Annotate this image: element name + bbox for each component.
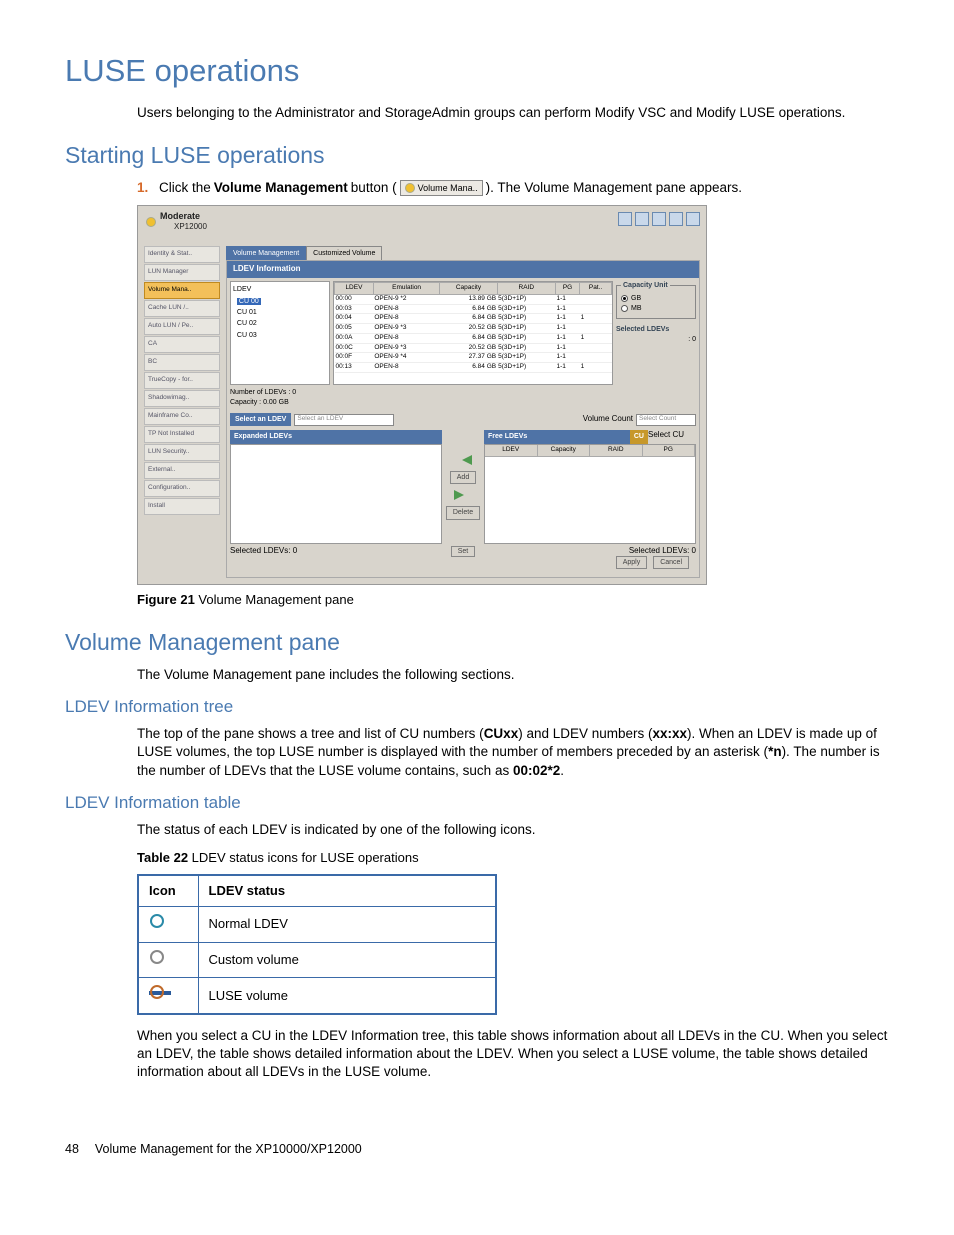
expanded-ldevs-header: Expanded LDEVs [230,430,442,443]
expanded-ldevs-list[interactable] [230,444,442,544]
ldev-table[interactable]: LDEV Emulation Capacity RAID PG Pat.. 00… [333,281,613,385]
cancel-button[interactable]: Cancel [653,556,689,569]
arrow-left-icon [454,455,472,465]
figure-21-screenshot: Moderate XP12000 Identity & Stat.. LUN M… [137,205,707,585]
heading-ldev-tree: LDEV Information tree [65,696,889,719]
add-button[interactable]: Add [450,471,476,484]
step-text-a: Click the [159,179,211,197]
radio-mb[interactable]: MB [621,304,691,313]
th-icon: Icon [138,875,198,906]
table-row: Custom volume [138,942,496,978]
selected-ldevs-label: Selected LDEVs [616,325,696,334]
tree-node-selected[interactable]: CU 00 [237,298,261,305]
free-ldevs-list[interactable]: LDEV Capacity RAID PG [484,444,696,544]
toolbar-icon[interactable] [669,212,683,226]
toolbar-icon[interactable] [652,212,666,226]
sidebar-item[interactable]: External.. [144,462,220,479]
sidebar-item[interactable]: Mainframe Co.. [144,408,220,425]
sidebar-item[interactable]: Shadowimag.. [144,390,220,407]
tree-node[interactable]: CU 02 [233,318,327,329]
page-footer: 48 Volume Management for the XP10000/XP1… [65,1141,889,1158]
table-row: LUSE volume [138,978,496,1014]
volume-count-label: Volume Count [583,414,633,425]
sidebar-item[interactable]: LUN Security.. [144,444,220,461]
sidebar-item[interactable]: TP Not Installed [144,426,220,443]
sidebar-item[interactable]: Configuration.. [144,480,220,497]
step-1: 1. Click the Volume Management button ( … [137,179,889,197]
heading-vmp: Volume Management pane [65,627,889,658]
ldev-table-paragraph: The status of each LDEV is indicated by … [137,821,889,839]
free-ldevs-header: Free LDEVs [484,430,630,443]
toolbar-icon[interactable] [635,212,649,226]
footer-title: Volume Management for the XP10000/XP1200… [95,1141,362,1158]
vmp-intro: The Volume Management pane includes the … [137,666,889,684]
step-number: 1. [137,179,159,197]
selected-ldevs-value: : 0 [616,335,696,344]
volume-management-button-inline: Volume Mana.. [400,180,483,196]
toolbar-icon[interactable] [618,212,632,226]
ss-model-label: XP12000 [174,222,207,233]
sidebar-item[interactable]: LUN Manager [144,264,220,281]
page-number: 48 [65,1141,79,1158]
capacity-unit-group: Capacity Unit GB MB [616,281,696,319]
gear-icon [405,183,415,193]
cu-label: CU [630,430,648,443]
tree-node[interactable]: CU 01 [233,307,327,318]
luse-volume-icon [149,984,171,1002]
status-cell: Normal LDEV [198,906,496,942]
sidebar-item[interactable]: BC [144,354,220,371]
sidebar-item[interactable]: Identity & Stat.. [144,246,220,263]
capacity-unit-legend: Capacity Unit [621,281,670,290]
delete-button[interactable]: Delete [446,506,480,519]
toolbar-icon[interactable] [686,212,700,226]
custom-volume-icon [149,949,167,967]
intro-paragraph: Users belonging to the Administrator and… [137,104,889,122]
selected-left: Selected LDEVs: 0 [230,546,297,557]
ldev-information-banner: LDEV Information [227,261,699,278]
figure-21-caption: Figure 21 Volume Management pane [137,591,889,609]
volume-count-dropdown[interactable]: Select Count [636,414,696,426]
tree-root[interactable]: LDEV [233,284,327,295]
sidebar-item[interactable]: Auto LUN / Pe.. [144,318,220,335]
select-ldev-label: Select an LDEV [230,413,291,426]
th-status: LDEV status [198,875,496,906]
inline-button-label: Volume Mana.. [418,182,478,194]
heading-ldev-table: LDEV Information table [65,792,889,815]
ldev-tree[interactable]: LDEV CU 00 CU 01 CU 02 CU 03 [230,281,330,385]
normal-ldev-icon [149,913,167,931]
sidebar-item-active[interactable]: Volume Mana.. [144,282,220,299]
heading-starting-luse: Starting LUSE operations [65,140,889,171]
capacity-info: Capacity : 0.00 GB [230,398,289,407]
status-cell: LUSE volume [198,978,496,1014]
ss-sidebar: Identity & Stat.. LUN Manager Volume Man… [144,246,220,578]
ss-status-label: Moderate [160,210,207,222]
num-ldevs: Number of LDEVs : 0 [230,388,296,397]
cu-dropdown[interactable]: Select CU [648,430,696,443]
status-icon [146,217,156,227]
sidebar-item[interactable]: TrueCopy - for.. [144,372,220,389]
status-cell: Custom volume [198,942,496,978]
select-ldev-dropdown[interactable]: Select an LDEV [294,414,394,426]
heading-luse-operations: LUSE operations [65,50,889,92]
table-22-caption: Table 22 LDEV status icons for LUSE oper… [137,849,889,867]
sidebar-item[interactable]: Cache LUN /.. [144,300,220,317]
radio-gb[interactable]: GB [621,294,691,303]
step-text-c: button ( [351,179,397,197]
step-text-b: Volume Management [214,179,348,197]
step-text-d: ). The Volume Management pane appears. [486,179,742,197]
tree-node[interactable]: CU 03 [233,330,327,341]
table-row: Normal LDEV [138,906,496,942]
arrow-right-icon [454,490,472,500]
tab-customized-volume[interactable]: Customized Volume [306,246,382,260]
cu-select-paragraph: When you select a CU in the LDEV Informa… [137,1027,889,1082]
toolbar-icons[interactable] [618,212,700,226]
apply-button[interactable]: Apply [616,556,648,569]
ldev-status-table: Icon LDEV status Normal LDEV Custom volu… [137,874,497,1014]
set-button[interactable]: Set [451,546,476,557]
sidebar-item[interactable]: Install [144,498,220,515]
tab-volume-management[interactable]: Volume Management [226,246,306,260]
ldev-tree-paragraph: The top of the pane shows a tree and lis… [137,725,889,780]
sidebar-item[interactable]: CA [144,336,220,353]
